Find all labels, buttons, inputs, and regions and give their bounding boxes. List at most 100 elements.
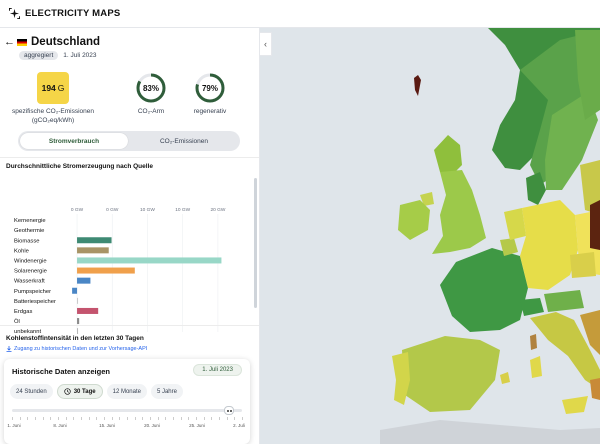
category-label: Batteriespeicher <box>14 299 56 305</box>
range-30d[interactable]: 30 Tage <box>56 384 103 399</box>
divider <box>0 157 259 158</box>
historical-data-card: Historische Daten anzeigen 1. Juli 2023 … <box>4 359 250 444</box>
map-corsica[interactable] <box>530 334 537 350</box>
app-title[interactable]: ELECTRICITY MAPS <box>25 8 120 19</box>
slider-label: 2. Juli <box>233 423 245 428</box>
logo-icon <box>9 8 20 19</box>
slider-tick <box>35 417 36 420</box>
slider-tick <box>88 417 90 420</box>
category-label: Öl <box>14 318 20 325</box>
bar-windenergie[interactable] <box>77 257 222 264</box>
x-tick-label: 10 GW <box>140 207 155 213</box>
co2-intensity-value: 194 <box>41 83 56 93</box>
historical-data-link-text: Zugang zu historischen Daten und zur Vor… <box>14 346 148 352</box>
map-east[interactable] <box>590 200 600 250</box>
zone-title: Deutschland <box>31 36 101 48</box>
production-title: Durchschnittliche Stromerzeugung nach Qu… <box>6 163 153 170</box>
slider-tick <box>188 417 190 420</box>
renewable-label: regenerativ <box>193 108 227 115</box>
category-label: Biomasse <box>14 238 39 244</box>
zone-date: 1. Juli 2023 <box>63 52 97 59</box>
panel-scrollbar[interactable] <box>254 178 257 308</box>
slider-tick <box>27 417 29 420</box>
category-label: Solarenergie <box>14 269 47 275</box>
bar-unbekannt[interactable] <box>77 328 79 334</box>
slider-tick <box>104 417 105 420</box>
bar-solarenergie[interactable] <box>77 267 135 274</box>
slider-tick <box>58 417 59 420</box>
x-tick-label: 0 GW <box>71 207 84 213</box>
europe-map[interactable] <box>260 28 600 444</box>
category-label: Wasserkraft <box>14 279 45 285</box>
co2-label-line2: (gCO₂eq/kWh) <box>31 116 75 124</box>
bar-pumpspeicher[interactable] <box>72 287 78 294</box>
collapse-panel-button[interactable]: ‹ <box>260 32 272 56</box>
slider-tick <box>142 417 144 420</box>
slider-label: 20. Juni <box>144 423 160 428</box>
x-tick-label: 20 GW <box>210 207 225 213</box>
zone-panel: ← Deutschland aggregiert 1. Juli 2023 19… <box>0 28 260 444</box>
range-24h[interactable]: 24 Stunden <box>10 384 53 399</box>
chevron-left-icon: ‹ <box>264 39 267 49</box>
low-carbon-label: CO₂-Arm <box>137 108 165 115</box>
x-tick-label: 0 GW <box>106 207 119 213</box>
slider-tick <box>134 417 136 420</box>
range-5y[interactable]: 5 Jahre <box>150 384 183 399</box>
slider-label: 25. Juni <box>189 423 205 428</box>
slider-tick <box>42 417 44 420</box>
category-label: Erdgas <box>14 309 32 315</box>
consumption-emissions-toggle: Stromverbrauch CO₂-Emissionen <box>18 131 240 151</box>
category-label: Kohle <box>14 248 29 254</box>
back-arrow-icon[interactable]: ← <box>4 36 16 48</box>
slider-tick <box>203 417 205 420</box>
slider-tick <box>81 417 82 420</box>
bar-biomasse[interactable] <box>77 237 112 244</box>
co2-intensity-unit: G <box>57 83 65 93</box>
zone-meta: aggregiert 1. Juli 2023 <box>19 51 97 60</box>
bar-öl[interactable] <box>77 318 80 325</box>
historical-data-link[interactable]: Zugang zu historischen Daten und zur Vor… <box>6 346 147 352</box>
slider-tick <box>242 417 243 420</box>
toggle-consumption[interactable]: Stromverbrauch <box>20 133 128 149</box>
slider-tick <box>157 417 159 420</box>
slider-tick <box>73 417 75 420</box>
time-slider-track[interactable] <box>12 409 242 412</box>
co2-intensity-label: spezifische CO₂-Emissionen (gCO₂eq/kWh) <box>6 108 100 126</box>
slider-tick <box>19 417 21 420</box>
category-label: Kernenergie <box>14 218 46 224</box>
co2-intensity-box[interactable]: 194 G <box>37 72 69 104</box>
toggle-emissions[interactable]: CO₂-Emissionen <box>130 133 238 149</box>
slider-tick <box>96 417 98 420</box>
slider-tick <box>119 417 121 420</box>
bar-erdgas[interactable] <box>77 307 99 314</box>
time-slider-handle[interactable] <box>224 406 234 415</box>
slider-tick <box>150 417 151 420</box>
top-bar: ELECTRICITY MAPS <box>0 0 600 28</box>
historical-card-title: Historische Daten anzeigen <box>12 367 110 376</box>
slider-tick <box>50 417 52 420</box>
category-label: Geothermie <box>14 228 44 234</box>
germany-flag-icon <box>17 38 27 46</box>
selected-date-pill[interactable]: 1. Juli 2023 <box>193 364 242 376</box>
category-label: unbekannt <box>14 329 41 334</box>
metrics-row: 194 G spezifische CO₂-Emissionen (gCO₂eq… <box>0 72 259 128</box>
slider-tick <box>173 417 174 420</box>
slider-tick <box>180 417 182 420</box>
zone-header: ← Deutschland <box>4 36 100 48</box>
x-tick-label: 10 GW <box>175 207 190 213</box>
slider-tick <box>234 417 236 420</box>
history-section-title: Kohlenstoffintensität in den letzten 30 … <box>6 335 144 342</box>
aggregated-badge: aggregiert <box>19 51 59 60</box>
range-12m[interactable]: 12 Monate <box>106 384 147 399</box>
bar-wasserkraft[interactable] <box>77 277 91 284</box>
slider-label: 15. Juni <box>99 423 115 428</box>
bar-kohle[interactable] <box>77 247 109 254</box>
map-czechia[interactable] <box>570 252 596 278</box>
bar-batteriespeicher[interactable] <box>77 297 79 304</box>
slider-tick <box>219 417 220 420</box>
range-30d-label: 30 Tage <box>73 388 96 395</box>
slider-tick <box>226 417 228 420</box>
slider-labels: 1. Juni 8. Juni 15. Juni 20. Juni 25. Ju… <box>7 423 246 431</box>
map-sardinia[interactable] <box>530 356 542 378</box>
clock-icon <box>64 388 71 395</box>
